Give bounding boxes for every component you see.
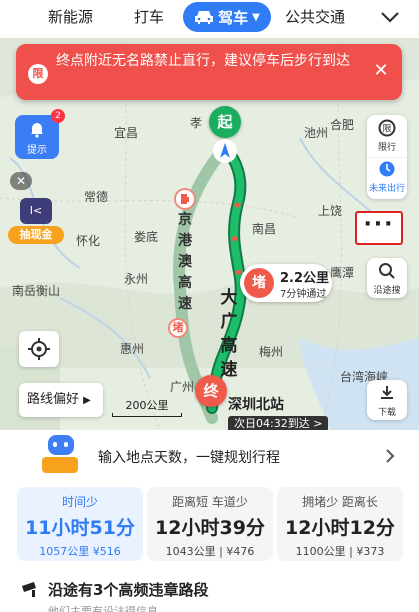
tab-transit[interactable]: 公共交通 [285,0,345,38]
trip-planner-text: 输入地点天数，一键规划行程 [98,450,280,466]
limit-button[interactable]: 限 限行 [367,115,407,157]
more-button[interactable]: ··· [355,211,403,245]
future-trip-button[interactable]: 未来出行 [367,157,407,199]
place-label: 上饶 [318,204,343,218]
tab-new-energy[interactable]: 新能源 [48,0,93,38]
route-preference-button[interactable]: 路线偏好 ▶ [19,383,103,417]
tip-button[interactable]: 提示 2 [15,109,65,159]
banner-text: 终点附近无名路禁止直行，建议停车后步行到达 [56,53,350,69]
route-duration: 12小时39分 [155,517,265,539]
end-point-label: 深圳北站 [228,397,284,413]
route-tag: 拥堵少 距离长 [302,495,378,509]
side-toolbar-top: 限 限行 未来出行 [367,115,407,199]
place-label: 惠州 [120,342,145,356]
locate-button[interactable] [19,331,59,367]
end-marker[interactable]: 终 [195,375,227,407]
car-icon [195,11,214,24]
close-icon[interactable]: ✕ [370,60,392,82]
place-label: 怀化 [76,234,101,248]
clock-icon [379,161,395,177]
place-label: 广州 [170,380,195,394]
search-icon [379,263,395,279]
route-option-2[interactable]: 距离短 车道少 12小时39分 1043公里 | ¥476 [147,487,273,561]
congestion-bubble[interactable]: 堵 2.2公里 7分钟通过 [240,264,332,302]
violation-warning-subtitle: 他们主要有设法得信息 [48,605,158,612]
camera-icon [22,582,36,597]
place-label: 常德 [84,190,109,204]
tab-taxi[interactable]: 打车 [134,0,164,38]
place-label: 池州 [304,126,329,140]
trip-planner-bar[interactable]: 输入地点天数，一键规划行程 [8,431,411,481]
route-option-1[interactable]: 时间少 11小时51分 1057公里 ¥516 [17,487,143,561]
map-scale: 200公里 [112,397,182,417]
navigation-arrow-icon [213,139,237,163]
promo-label: 抽现金 [8,226,64,244]
place-label: 娄底 [134,230,159,244]
place-label: 永州 [124,272,149,286]
route-meta: 1043公里 | ¥476 [165,545,255,558]
place-label: 南昌 [252,222,277,236]
top-nav: 新能源 打车 驾车 ▼ 公共交通 [0,0,419,38]
svg-text:限: 限 [382,124,391,135]
place-label: 南岳衡山 [12,284,61,298]
jam-badge: 堵 [244,268,274,298]
place-label: 梅州 [259,345,284,359]
restriction-icon: 限 [378,119,396,137]
restriction-banner[interactable]: 限 终点附近无名路禁止直行，建议停车后步行到达 ✕ [16,44,402,100]
promo-icon: I< [20,198,52,224]
tip-count-badge: 2 [51,109,65,123]
place-label: 宜昌 [114,126,139,140]
along-search-button[interactable]: 沿途搜 [367,258,407,298]
route-duration: 12小时12分 [285,517,395,539]
place-label: 合肥 [330,118,355,132]
robot-icon [42,435,78,475]
route-option-3[interactable]: 拥堵少 距离长 12小时12分 1100公里 | ¥373 [277,487,403,561]
route-meta: 1100公里 | ¥373 [295,545,385,558]
jam-distance: 2.2公里 [280,271,330,286]
tab-drive[interactable]: 驾车 ▼ [183,2,271,32]
route-duration: 11小时51分 [25,517,135,539]
place-label: 鹰潭 [330,266,355,280]
download-icon [381,386,393,399]
chevron-down-icon[interactable] [379,6,401,28]
route-meta: 1057公里 ¥516 [39,545,121,558]
route-tag: 距离短 车道少 [172,495,248,509]
promo-widget[interactable]: I< 抽现金 [8,196,64,246]
violation-warning-title[interactable]: 沿途有3个高频违章路段 [48,579,208,600]
arrival-time-chip[interactable]: 次日04:32到达 > [228,416,329,430]
future-trip-label: 未来出行 [368,184,405,194]
restriction-badge: 限 [28,64,48,84]
close-promo-icon[interactable]: ✕ [10,172,32,190]
route-tag: 时间少 [61,495,98,509]
bell-icon [31,123,43,138]
place-label: 孝 [190,116,203,130]
jam-time: 7分钟通过 [280,289,327,300]
caret-down-icon: ▼ [252,11,260,23]
tab-drive-label: 驾车 [218,8,249,27]
triangle-right-icon: ▶ [83,395,91,406]
download-label: 下载 [377,408,396,418]
tip-label: 提示 [27,145,47,156]
route-preference-label: 路线偏好 [27,392,80,407]
highway-label: 京港澳高速 [178,212,192,312]
highway-label: 大广高速 [220,288,238,380]
gas-station-icon[interactable] [174,188,196,210]
crosshair-icon [28,338,50,360]
start-marker[interactable]: 起 [209,106,241,138]
limit-label: 限行 [377,143,396,153]
scale-label: 200公里 [125,399,169,412]
chevron-right-icon [386,449,395,463]
download-button[interactable]: 下载 [367,380,407,420]
along-search-label: 沿途搜 [373,286,401,296]
jam-marker[interactable]: 堵 [168,318,188,338]
